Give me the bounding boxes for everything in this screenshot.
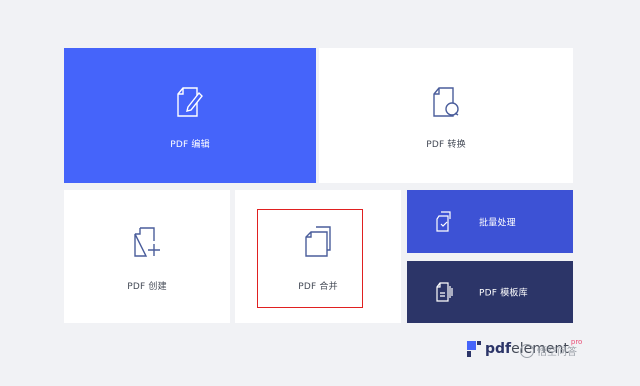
batch-process-tile[interactable]: 批量处理: [407, 190, 573, 253]
watermark-icon: [520, 343, 534, 358]
batch-process-label: 批量处理: [479, 218, 516, 228]
pdf-convert-label: PDF 转换: [426, 140, 466, 150]
pdf-combine-tile[interactable]: PDF 合并: [235, 190, 401, 323]
watermark-text: 悟空问答: [537, 347, 577, 358]
batch-process-icon: [436, 210, 451, 232]
watermark: 悟空问答: [520, 343, 577, 358]
create-document-icon: [134, 227, 160, 257]
pdf-edit-label: PDF 编辑: [170, 140, 210, 150]
convert-document-icon: [433, 87, 459, 117]
pdf-create-tile[interactable]: PDF 创建: [64, 190, 230, 323]
pdf-template-tile[interactable]: PDF 模板库: [407, 261, 573, 323]
pdf-template-label: PDF 模板库: [479, 288, 528, 299]
pdf-edit-tile[interactable]: PDF 编辑: [64, 48, 316, 183]
brand-name-bold: pdf: [485, 341, 512, 357]
pdf-create-label: PDF 创建: [127, 282, 167, 292]
edit-document-icon: [177, 87, 203, 117]
combine-documents-icon: [305, 226, 331, 257]
template-library-icon: [436, 282, 453, 302]
pdfelement-logo-icon: [467, 341, 481, 357]
pdf-combine-label: PDF 合并: [298, 282, 338, 292]
pdf-convert-tile[interactable]: PDF 转换: [319, 48, 573, 183]
